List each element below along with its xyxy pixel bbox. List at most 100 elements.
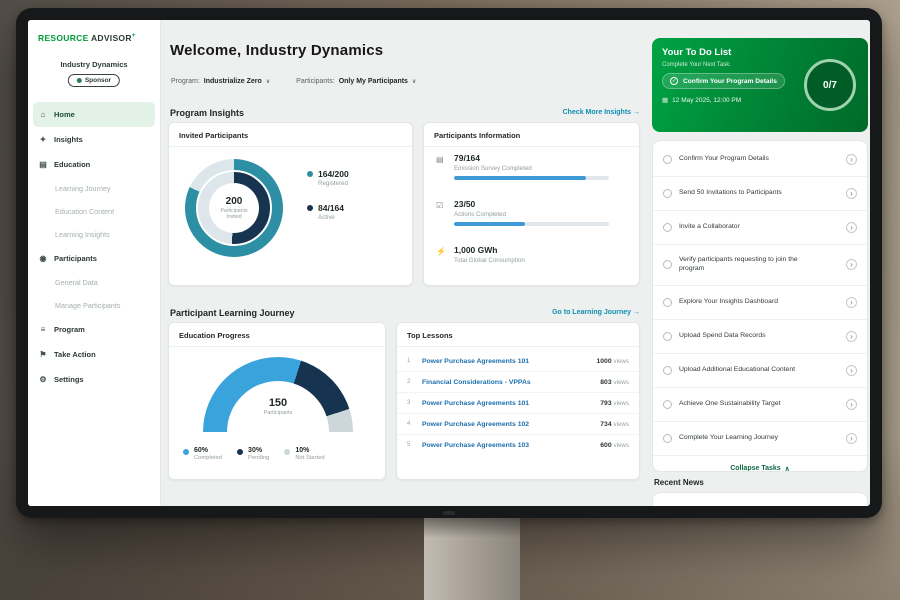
- lesson-row[interactable]: 3Power Purchase Agreements 101793 views: [397, 393, 639, 414]
- sidebar-item-general-data[interactable]: General Data: [28, 271, 160, 294]
- sidebar-item-learning-journey[interactable]: Learning Journey: [28, 177, 160, 200]
- education-icon: ▤: [38, 160, 48, 169]
- task-row[interactable]: Upload Additional Educational Content›: [653, 354, 867, 388]
- sidebar-item-manage-participants[interactable]: Manage Participants: [28, 294, 160, 317]
- participants-information-card: Participants Information ▤ 79/164 Emissi…: [423, 122, 640, 286]
- todo-task-list: Confirm Your Program Details› Send 50 In…: [652, 140, 868, 472]
- invited-donut-center: 200 Participants Invited: [209, 183, 259, 233]
- chevron-right-icon: ›: [846, 433, 857, 444]
- education-total-label: Participants: [203, 410, 353, 416]
- program-filter-label: Program:: [171, 78, 200, 85]
- sidebar: RESOURCE ADVISOR+ Industry Dynamics Spon…: [28, 20, 161, 506]
- sidebar-item-label: Education: [54, 160, 90, 169]
- checkbox-icon[interactable]: [663, 223, 672, 232]
- brand-plus: +: [132, 32, 136, 39]
- legend-dot: [237, 449, 243, 455]
- settings-icon: ⚙: [38, 375, 48, 384]
- top-lessons-card: Top Lessons 1Power Purchase Agreements 1…: [396, 322, 640, 480]
- sidebar-item-label: Manage Participants: [55, 301, 121, 310]
- chevron-right-icon: ›: [846, 259, 857, 270]
- insights-icon: ✦: [38, 135, 48, 144]
- monitor-frame: RESOURCE ADVISOR+ Industry Dynamics Spon…: [16, 8, 882, 518]
- sidebar-item-education-content[interactable]: Education Content: [28, 200, 160, 223]
- next-task-chip[interactable]: ✓ Confirm Your Program Details: [662, 73, 785, 89]
- participants-icon: ◉: [38, 254, 48, 263]
- survey-icon: ▤: [436, 155, 444, 164]
- recent-news-card: [652, 492, 868, 506]
- sidebar-item-participants[interactable]: ◉ Participants: [28, 246, 160, 271]
- chevron-right-icon: ›: [846, 222, 857, 233]
- checkbox-icon[interactable]: [663, 366, 672, 375]
- lesson-link[interactable]: Power Purchase Agreements 101: [422, 400, 592, 407]
- sidebar-item-home[interactable]: ⌂Home: [33, 102, 155, 127]
- task-row[interactable]: Invite a Collaborator›: [653, 211, 867, 245]
- info-bar-fill-1: [454, 222, 525, 226]
- participants-filter-value: Only My Participants: [339, 78, 408, 85]
- take-action-icon: ⚑: [38, 350, 48, 359]
- sidebar-item-settings[interactable]: ⚙Settings: [28, 367, 160, 392]
- checkbox-icon[interactable]: [663, 298, 672, 307]
- task-row[interactable]: Explore Your Insights Dashboard›: [653, 286, 867, 320]
- checkbox-icon[interactable]: [663, 155, 672, 164]
- checkbox-icon[interactable]: [663, 400, 672, 409]
- sidebar-item-program[interactable]: ≡Program: [28, 317, 160, 342]
- lesson-link[interactable]: Power Purchase Agreements 102: [422, 421, 592, 428]
- todo-progress-ring: 0/7: [804, 59, 856, 111]
- program-filter[interactable]: Program: Industrialize Zero ∨: [171, 78, 270, 85]
- legend-item-not-started: 10%Not Started: [284, 447, 324, 461]
- invited-participants-card: Invited Participants 200 Participants In…: [168, 122, 413, 286]
- task-row[interactable]: Achieve One Sustainability Target›: [653, 388, 867, 422]
- go-to-learning-journey-link[interactable]: Go to Learning Journey →: [468, 309, 640, 316]
- program-insights-heading: Program Insights: [170, 108, 244, 118]
- lesson-row[interactable]: 4Power Purchase Agreements 102734 views: [397, 414, 639, 435]
- check-more-insights-link[interactable]: Check More Insights →: [468, 109, 640, 116]
- lesson-row[interactable]: 2Financial Considerations - VPPAs803 vie…: [397, 372, 639, 393]
- participants-filter-label: Participants:: [296, 78, 335, 85]
- invited-donut-chart: 200 Participants Invited: [185, 159, 283, 257]
- sidebar-item-insights[interactable]: ✦ Insights: [28, 127, 160, 152]
- lesson-row[interactable]: 1Power Purchase Agreements 1011000 views: [397, 351, 639, 372]
- legend-item-registered: 164/200Registered: [307, 169, 349, 187]
- task-row[interactable]: Verify participants requesting to join t…: [653, 245, 867, 286]
- collapse-tasks-button[interactable]: Collapse Tasks∧: [653, 456, 867, 472]
- sponsor-badge[interactable]: Sponsor: [68, 74, 120, 87]
- sidebar-item-take-action[interactable]: ⚑ Take Action: [28, 342, 160, 367]
- sidebar-item-label: Participants: [54, 254, 97, 263]
- task-row[interactable]: Upload Spend Data Records›: [653, 320, 867, 354]
- participants-filter[interactable]: Participants: Only My Participants ∨: [296, 78, 416, 85]
- chevron-right-icon: ›: [846, 365, 857, 376]
- monitor-logo: [443, 511, 455, 515]
- task-row[interactable]: Send 50 Invitations to Participants›: [653, 177, 867, 211]
- todo-title: Your To Do List: [662, 47, 858, 58]
- actions-progress-track: [454, 222, 609, 226]
- task-row[interactable]: Confirm Your Program Details›: [653, 143, 867, 177]
- lesson-link[interactable]: Power Purchase Agreements 101: [422, 358, 589, 365]
- info-row-consumption: ⚡ 1,000 GWh Total Global Consumption: [436, 245, 627, 264]
- todo-summary-card: Your To Do List Complete Your Next Task:…: [652, 38, 868, 132]
- chevron-right-icon: ›: [846, 331, 857, 342]
- checkbox-icon[interactable]: [663, 434, 672, 443]
- education-gauge-chart: 150 Participants: [203, 357, 353, 435]
- learning-journey-heading: Participant Learning Journey: [170, 308, 295, 318]
- checkbox-icon[interactable]: [663, 332, 672, 341]
- lesson-row[interactable]: 5Power Purchase Agreements 103600 views: [397, 435, 639, 455]
- lesson-link[interactable]: Financial Considerations - VPPAs: [422, 379, 592, 386]
- task-row[interactable]: Complete Your Learning Journey›: [653, 422, 867, 456]
- sidebar-item-learning-insights[interactable]: Learning Insights: [28, 223, 160, 246]
- chevron-down-icon: ∨: [266, 78, 270, 85]
- arrow-right-icon: →: [633, 109, 640, 116]
- chevron-right-icon: ›: [846, 297, 857, 308]
- sidebar-item-label: Insights: [54, 135, 83, 144]
- lesson-link[interactable]: Power Purchase Agreements 103: [422, 442, 592, 449]
- chevron-right-icon: ›: [846, 154, 857, 165]
- consumption-icon: ⚡: [436, 247, 446, 256]
- checkbox-icon[interactable]: [663, 189, 672, 198]
- education-legend: 60%Completed 30%Pending 10%Not Started: [183, 447, 379, 461]
- sidebar-item-label: Home: [54, 110, 75, 119]
- sidebar-item-education[interactable]: ▤ Education: [28, 152, 160, 177]
- checkbox-icon[interactable]: [663, 260, 672, 269]
- brand-logo: RESOURCE ADVISOR+: [38, 32, 136, 43]
- monitor-stand: [424, 518, 520, 600]
- invited-total-label: Participants Invited: [213, 208, 255, 221]
- sidebar-item-label: Take Action: [54, 350, 96, 359]
